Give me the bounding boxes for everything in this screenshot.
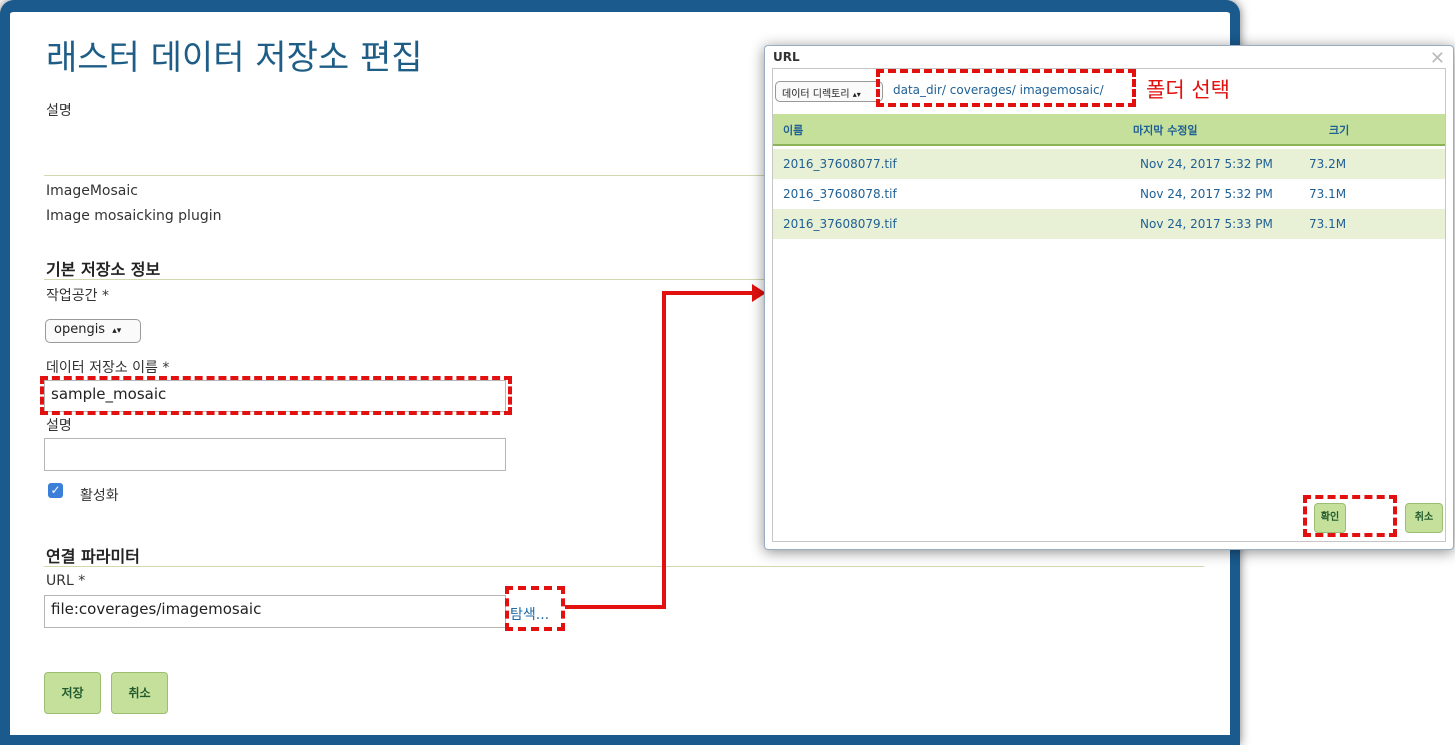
file-modified: Nov 24, 2017 5:32 PM — [1140, 187, 1273, 201]
path-highlight — [876, 69, 1136, 107]
folder-select-annotation: 폴더 선택 — [1146, 78, 1230, 102]
file-name[interactable]: 2016_37608078.tif — [783, 187, 897, 201]
basic-info-header: 기본 저장소 정보 — [46, 260, 161, 279]
url-input[interactable]: file:coverages/imagemosaic — [44, 595, 506, 628]
workspace-label: 작업공간 * — [46, 288, 109, 304]
up-down-arrows-icon: ▴▾ — [112, 326, 122, 336]
enabled-checkbox[interactable]: ✓ — [48, 483, 63, 498]
page-title: 래스터 데이터 저장소 편집 — [46, 38, 423, 78]
root-select-value: 데이터 디렉토리 — [782, 89, 850, 100]
arrow-line-horizontal — [565, 605, 666, 609]
file-size: 73.2M — [1309, 157, 1347, 171]
store-type-description: Image mosaicking plugin — [46, 208, 222, 224]
arrow-line-top — [662, 291, 754, 295]
file-grid-header: 이름 마지막 수정일 크기 — [773, 114, 1445, 146]
workspace-value: opengis — [54, 322, 106, 337]
url-label: URL * — [46, 573, 86, 589]
store-name-highlight — [40, 376, 512, 415]
file-row[interactable]: 2016_37608077.tif Nov 24, 2017 5:32 PM 7… — [773, 149, 1445, 179]
dialog-cancel-button[interactable]: 취소 — [1405, 503, 1443, 533]
file-row[interactable]: 2016_37608079.tif Nov 24, 2017 5:33 PM 7… — [773, 209, 1445, 239]
file-modified: Nov 24, 2017 5:33 PM — [1140, 217, 1273, 231]
checkmark-icon: ✓ — [50, 483, 61, 497]
column-header-name[interactable]: 이름 — [783, 122, 803, 138]
store-name-label: 데이터 저장소 이름 * — [46, 360, 170, 376]
workspace-select[interactable]: opengis ▴▾ — [45, 319, 141, 343]
close-icon[interactable]: ✕ — [1430, 48, 1445, 69]
file-modified: Nov 24, 2017 5:32 PM — [1140, 157, 1273, 171]
file-size: 73.1M — [1309, 187, 1347, 201]
root-select[interactable]: 데이터 디렉토리 ▴▾ — [775, 81, 883, 102]
column-header-modified[interactable]: 마지막 수정일 — [1133, 122, 1198, 138]
file-name[interactable]: 2016_37608077.tif — [783, 157, 897, 171]
browse-highlight — [505, 586, 565, 631]
file-browser-dialog: URL ✕ 데이터 디렉토리 ▴▾ data_dir/ coverages/ i… — [764, 45, 1454, 550]
description-field-label: 설명 — [46, 418, 72, 434]
dialog-title: URL — [773, 50, 800, 64]
up-down-arrows-icon: ▴▾ — [852, 90, 861, 99]
divider — [44, 566, 1204, 567]
store-type: ImageMosaic — [46, 183, 138, 199]
column-header-size[interactable]: 크기 — [1329, 122, 1349, 138]
cancel-button[interactable]: 취소 — [111, 672, 168, 714]
connection-params-header: 연결 파라미터 — [46, 547, 140, 566]
file-name[interactable]: 2016_37608079.tif — [783, 217, 897, 231]
ok-button-highlight — [1303, 495, 1397, 537]
file-row[interactable]: 2016_37608078.tif Nov 24, 2017 5:32 PM 7… — [773, 179, 1445, 209]
enabled-label: 활성화 — [80, 488, 119, 504]
arrow-line-vertical — [662, 291, 666, 609]
description-heading: 설명 — [46, 103, 72, 119]
description-input[interactable] — [44, 438, 506, 471]
save-button[interactable]: 저장 — [44, 672, 101, 714]
dialog-body: 데이터 디렉토리 ▴▾ data_dir/ coverages/ imagemo… — [772, 68, 1446, 542]
file-size: 73.1M — [1309, 217, 1347, 231]
